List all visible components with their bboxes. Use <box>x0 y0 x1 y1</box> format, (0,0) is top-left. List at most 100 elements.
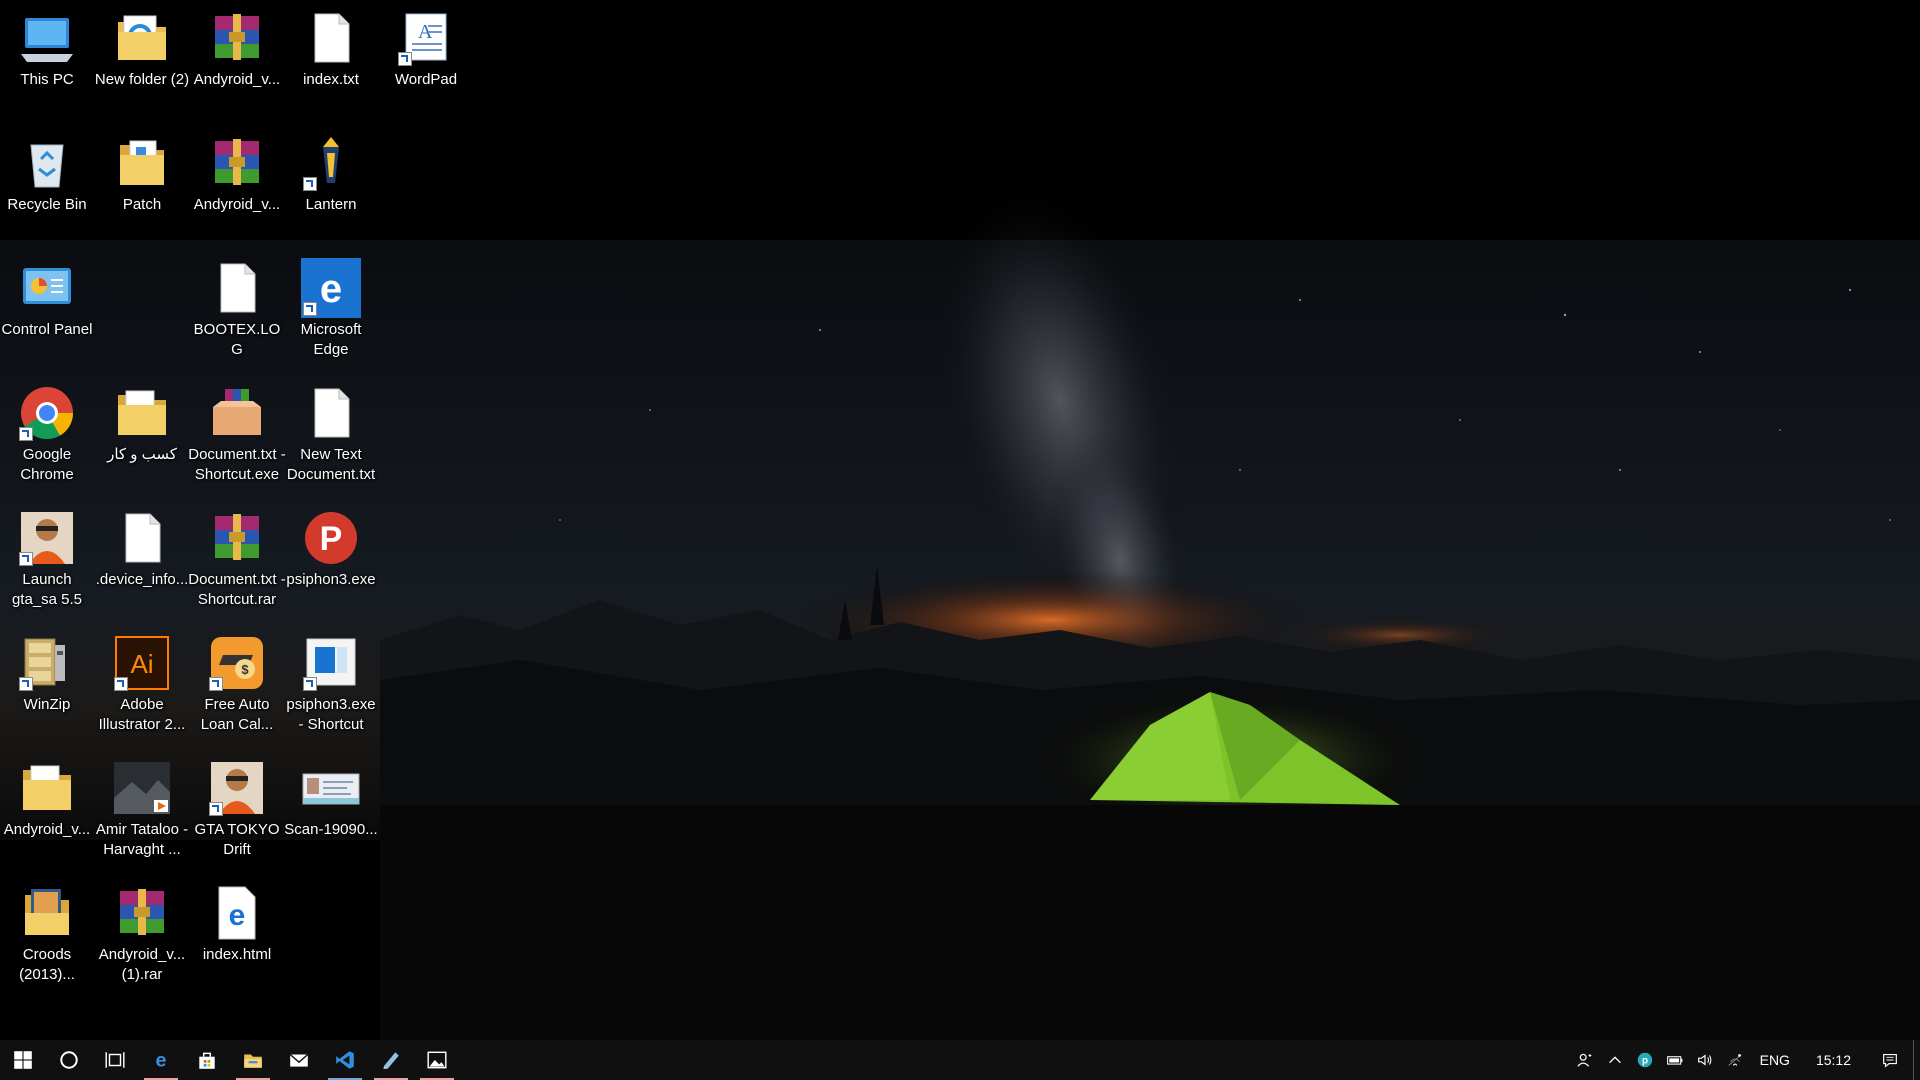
text-file-icon <box>112 508 172 568</box>
installer-box-icon <box>207 383 267 443</box>
desktop-icon-label: Document.txt - Shortcut.rar <box>188 571 286 608</box>
desktop-icon[interactable]: index.txt <box>284 8 378 90</box>
taskbar-button-winzip-tray[interactable] <box>368 1040 414 1080</box>
winrar-archive-icon <box>207 133 267 193</box>
desktop-icon[interactable]: Scan-19090... <box>284 758 378 840</box>
desktop-icon-label: Andyroid_v... (1).rar <box>98 946 186 983</box>
shortcut-arrow-icon <box>19 552 33 566</box>
desktop-icon[interactable]: Andyroid_v... <box>190 8 284 90</box>
folder-movie-icon <box>17 883 77 943</box>
action-center-icon[interactable] <box>1867 1040 1913 1080</box>
computer-icon <box>17 8 77 68</box>
desktop-icon-label: Andyroid_v... <box>193 71 281 88</box>
desktop-icon-grid: This PC New folder (2) Andyroid_v... index.… <box>0 0 1920 1040</box>
desktop-icon-label: کسب و کار <box>107 446 177 463</box>
desktop-icon[interactable]: BOOTEX.LOG <box>190 258 284 360</box>
desktop-icon-label: Free Auto Loan Cal... <box>200 696 274 733</box>
svg-text:P: P <box>320 520 343 558</box>
desktop-icon[interactable]: Recycle Bin <box>0 133 94 215</box>
desktop-icon[interactable]: WinZip <box>0 633 94 715</box>
folder-doc-icon <box>112 133 172 193</box>
desktop-icon[interactable]: Croods (2013)... <box>0 883 94 985</box>
desktop-icon[interactable]: This PC <box>0 8 94 90</box>
taskbar-button-mail[interactable] <box>276 1040 322 1080</box>
shortcut-arrow-icon <box>303 677 317 691</box>
language-indicator[interactable]: ENG <box>1750 1040 1800 1080</box>
edge-icon: e <box>150 1049 172 1071</box>
desktop-icon[interactable]: Andyroid_v... (1).rar <box>95 883 189 985</box>
desktop-icon[interactable]: e index.html <box>190 883 284 965</box>
desktop-icon[interactable]: کسب و کار <box>95 383 189 465</box>
desktop-icon[interactable]: Launch gta_sa 5.5 <box>0 508 94 610</box>
illustrator-icon: Ai <box>112 633 172 693</box>
gta-character-icon <box>207 758 267 818</box>
people-icon[interactable] <box>1570 1040 1600 1080</box>
edge-html-file-icon: e <box>207 883 267 943</box>
desktop-icon[interactable]: Ai Adobe Illustrator 2... <box>95 633 189 735</box>
desktop-icon[interactable]: Andyroid_v... <box>190 133 284 215</box>
lantern-icon <box>301 133 361 193</box>
desktop-icon-label: Adobe Illustrator 2... <box>98 696 186 733</box>
desktop-icon[interactable]: Document.txt - Shortcut.exe <box>188 383 286 485</box>
desktop-icon[interactable]: Andyroid_v... <box>0 758 94 840</box>
taskbar-button-cortana-search[interactable] <box>46 1040 92 1080</box>
taskbar-button-vscode[interactable] <box>322 1040 368 1080</box>
desktop-icon[interactable]: $ Free Auto Loan Cal... <box>190 633 284 735</box>
chevron-up-icon[interactable] <box>1600 1040 1630 1080</box>
gta-character-icon <box>17 508 77 568</box>
desktop-icon[interactable]: Lantern <box>284 133 378 215</box>
desktop-icon[interactable]: Google Chrome <box>0 383 94 485</box>
taskbar-button-edge[interactable]: e <box>138 1040 184 1080</box>
control-panel-icon <box>17 258 77 318</box>
store-icon <box>196 1049 218 1071</box>
folder-icon <box>17 758 77 818</box>
taskbar-button-task-view[interactable] <box>92 1040 138 1080</box>
shortcut-arrow-icon <box>114 677 128 691</box>
desktop-icon-label: Andyroid_v... <box>193 196 281 213</box>
folder-ie-icon <box>112 8 172 68</box>
psiphon-tray-icon[interactable]: p <box>1630 1040 1660 1080</box>
desktop-icon[interactable]: Amir Tataloo - Harvaght ... <box>95 758 189 860</box>
desktop-icon-label: Amir Tataloo - Harvaght ... <box>95 821 189 858</box>
desktop-icon[interactable]: Patch <box>95 133 189 215</box>
battery-icon[interactable] <box>1660 1040 1690 1080</box>
desktop-icon[interactable]: e Microsoft Edge <box>284 258 378 360</box>
svg-text:e: e <box>229 899 246 932</box>
shortcut-arrow-icon <box>19 677 33 691</box>
taskbar-button-photos[interactable] <box>414 1040 460 1080</box>
folder-icon <box>112 383 172 443</box>
desktop-icon-label: This PC <box>20 71 74 88</box>
show-desktop-button[interactable] <box>1913 1040 1920 1080</box>
shortcut-arrow-icon <box>209 802 223 816</box>
text-file-icon <box>207 258 267 318</box>
winrar-archive-icon <box>112 883 172 943</box>
desktop-icon-label: Andyroid_v... <box>3 821 91 838</box>
shortcut-arrow-icon <box>19 427 33 441</box>
photos-icon <box>426 1049 448 1071</box>
windows-start-icon <box>12 1049 34 1071</box>
svg-text:p: p <box>1642 1056 1648 1067</box>
task-view-icon <box>104 1049 126 1071</box>
desktop-icon-label: New Text Document.txt <box>286 446 376 483</box>
desktop-icon[interactable]: Ppsiphon3.exe <box>284 508 378 590</box>
wifi-icon[interactable] <box>1720 1040 1750 1080</box>
desktop-icon[interactable]: New folder (2) <box>95 8 189 90</box>
desktop-icon-label: New folder (2) <box>94 71 190 88</box>
taskbar-button-store[interactable] <box>184 1040 230 1080</box>
desktop-icon-label: WordPad <box>394 71 458 88</box>
desktop-icon-label: psiphon3.exe - Shortcut <box>286 696 376 733</box>
shortcut-arrow-icon <box>303 302 317 316</box>
desktop-icon-label: Document.txt - Shortcut.exe <box>188 446 286 483</box>
clock[interactable]: 15:12 <box>1800 1040 1867 1080</box>
desktop-icon[interactable]: A WordPad <box>379 8 473 90</box>
desktop-icon[interactable]: GTA TOKYO Drift <box>190 758 284 860</box>
desktop-icon[interactable]: Control Panel <box>0 258 94 340</box>
desktop-icon[interactable]: New Text Document.txt <box>284 383 378 485</box>
desktop-icon[interactable]: Document.txt - Shortcut.rar <box>188 508 286 610</box>
volume-icon[interactable] <box>1690 1040 1720 1080</box>
mail-icon <box>288 1049 310 1071</box>
taskbar-button-windows-start[interactable] <box>0 1040 46 1080</box>
desktop-icon[interactable]: psiphon3.exe - Shortcut <box>284 633 378 735</box>
desktop-icon[interactable]: .device_info... <box>95 508 189 590</box>
taskbar-button-file-explorer[interactable] <box>230 1040 276 1080</box>
